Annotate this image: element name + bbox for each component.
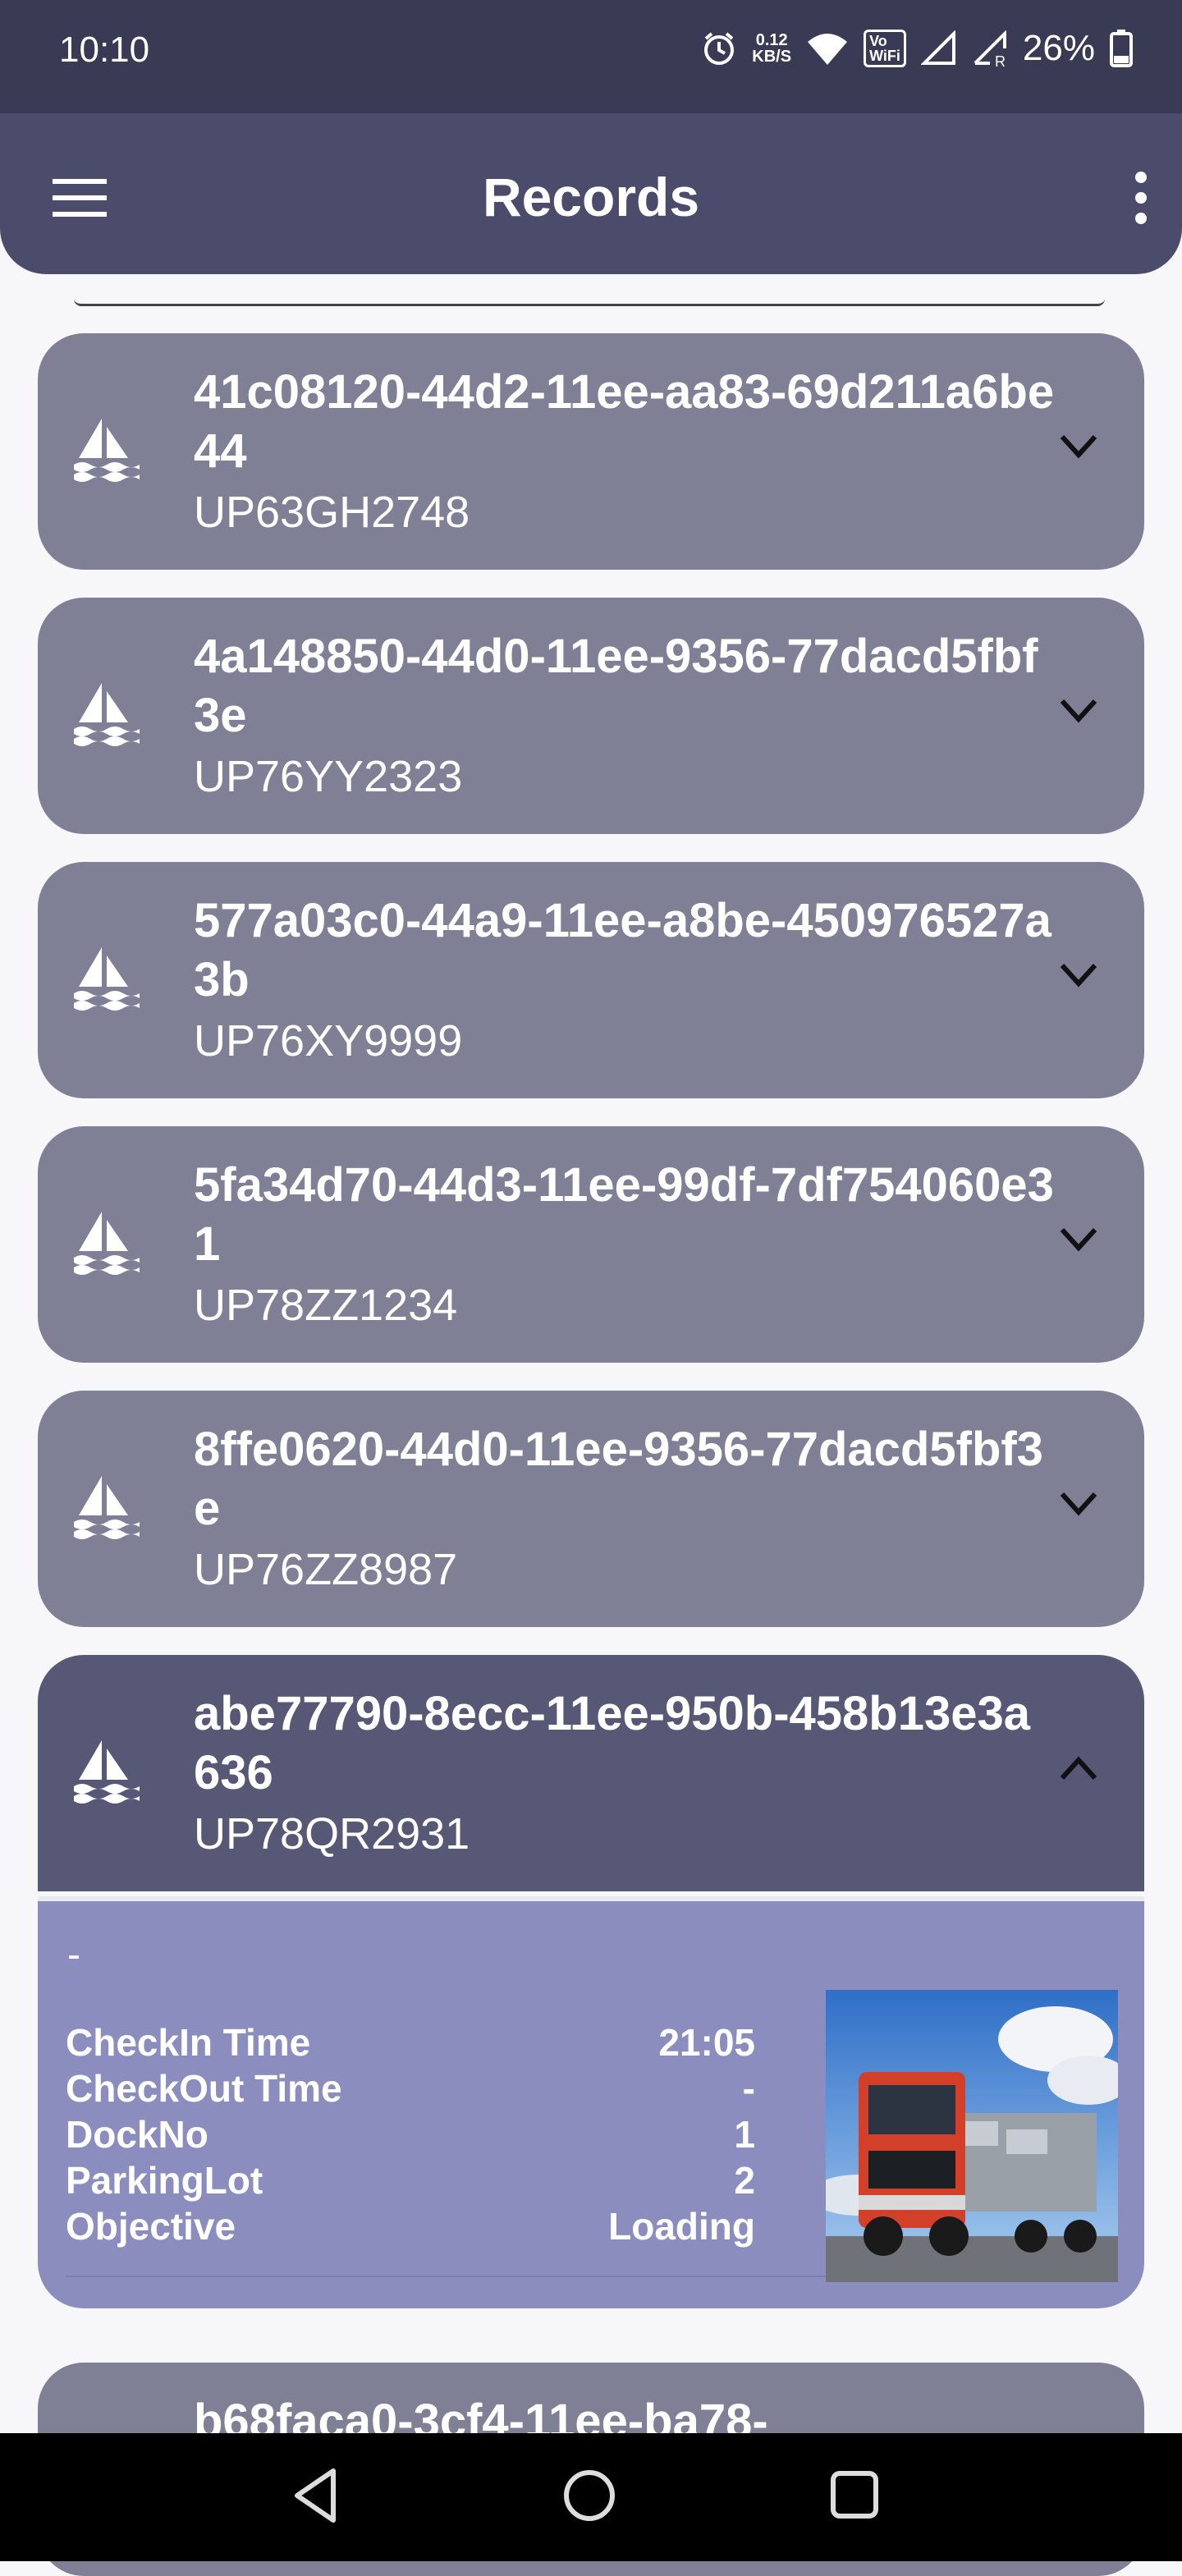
detail-label: DockNo xyxy=(66,2113,208,2156)
system-nav-bar xyxy=(0,2433,1182,2561)
detail-fields: CheckIn Time 21:05 CheckOut Time - DockN… xyxy=(66,2019,755,2249)
recent-apps-icon[interactable] xyxy=(829,2469,880,2520)
record-plate: UP78ZZ1234 xyxy=(194,1281,458,1330)
record-id: 5fa34d70-44d3-11ee-99df-7df754060e31 xyxy=(194,1158,1054,1271)
detail-label: CheckOut Time xyxy=(66,2067,342,2110)
record-card-expanded[interactable]: abe77790-8ecc-11ee-950b-458b13e3a636 UP7… xyxy=(38,1655,1144,1891)
record-card[interactable]: 41c08120-44d2-11ee-aa83-69d211a6be44 UP6… xyxy=(38,333,1144,570)
sailboat-icon xyxy=(74,947,140,1011)
sailboat-icon xyxy=(74,683,140,746)
detail-label: Objective xyxy=(66,2205,236,2248)
sailboat-icon xyxy=(74,1476,140,1539)
chevron-down-icon[interactable] xyxy=(1057,1489,1100,1519)
signal-icon xyxy=(920,30,955,65)
record-card[interactable]: 577a03c0-44a9-11ee-a8be-450976527a3b UP7… xyxy=(38,862,1144,1098)
svg-text:R: R xyxy=(995,53,1006,66)
alarm-icon xyxy=(704,32,735,65)
chevron-up-icon[interactable] xyxy=(1057,1753,1100,1783)
detail-row-checkin: CheckIn Time 21:05 xyxy=(66,2019,755,2065)
record-id: abe77790-8ecc-11ee-950b-458b13e3a636 xyxy=(194,1687,1031,1799)
record-id: 4a148850-44d0-11ee-9356-77dacd5fbf3e xyxy=(194,630,1038,742)
truck-photo xyxy=(826,1990,1118,2282)
detail-value: 1 xyxy=(734,2113,755,2156)
status-time: 10:10 xyxy=(59,30,150,70)
detail-value: - xyxy=(742,2067,755,2110)
home-icon[interactable] xyxy=(560,2466,619,2525)
record-card[interactable]: 5fa34d70-44d3-11ee-99df-7df754060e31 UP7… xyxy=(38,1126,1144,1363)
chevron-down-icon[interactable] xyxy=(1057,432,1100,461)
back-icon[interactable] xyxy=(289,2466,341,2525)
detail-row-checkout: CheckOut Time - xyxy=(66,2065,755,2111)
battery-percent: 26% xyxy=(1022,28,1095,68)
status-icons: 0.12 KB/S Vo WiFi R 26% xyxy=(701,28,1133,69)
signal-roaming-icon: R xyxy=(974,30,1006,66)
detail-value: Loading xyxy=(608,2205,755,2248)
record-card[interactable]: 8ffe0620-44d0-11ee-9356-77dacd5fbf3e UP7… xyxy=(38,1391,1144,1627)
app-bar: Records xyxy=(0,113,1182,274)
detail-row-objective: Objective Loading xyxy=(66,2203,755,2249)
chevron-down-icon[interactable] xyxy=(1057,696,1100,726)
chevron-down-icon[interactable] xyxy=(1057,1225,1100,1254)
network-speed: 0.12 KB/S xyxy=(752,32,791,65)
detail-label: ParkingLot xyxy=(66,2159,263,2202)
network-speed-unit: KB/S xyxy=(752,48,792,66)
detail-row-parkinglot: ParkingLot 2 xyxy=(66,2157,755,2203)
detail-label: CheckIn Time xyxy=(66,2021,311,2064)
detail-value: 21:05 xyxy=(658,2021,755,2064)
record-plate: UP76YY2323 xyxy=(194,752,463,801)
detail-subtitle: - xyxy=(67,1933,80,1977)
sailboat-icon xyxy=(74,1740,140,1804)
record-plate: UP76ZZ8987 xyxy=(194,1545,458,1594)
more-options-icon[interactable] xyxy=(1123,169,1159,227)
record-id: 577a03c0-44a9-11ee-a8be-450976527a3b xyxy=(194,894,1051,1006)
detail-value: 2 xyxy=(734,2159,755,2202)
vowifi-top: Vo xyxy=(869,33,887,49)
record-plate: UP78QR2931 xyxy=(194,1809,470,1859)
battery-icon xyxy=(1110,30,1133,67)
vowifi-bottom: WiFi xyxy=(869,48,900,64)
record-plate: UP63GH2748 xyxy=(194,488,470,537)
detail-row-dockno: DockNo 1 xyxy=(66,2111,755,2157)
vowifi-icon: Vo WiFi xyxy=(864,30,906,67)
record-card[interactable]: 4a148850-44d0-11ee-9356-77dacd5fbf3e UP7… xyxy=(38,598,1144,834)
status-bar: 10:10 0.12 KB/S Vo WiFi R 26% xyxy=(0,0,1182,115)
record-plate: UP76XY9999 xyxy=(194,1016,463,1066)
sailboat-icon xyxy=(74,419,140,482)
record-id: 41c08120-44d2-11ee-aa83-69d211a6be44 xyxy=(194,365,1055,478)
record-detail-panel: - CheckIn Time 21:05 CheckOut Time - Doc… xyxy=(38,1896,1144,2308)
sailboat-icon xyxy=(74,1212,140,1275)
network-speed-value: 0.12 xyxy=(755,31,788,49)
record-id: 8ffe0620-44d0-11ee-9356-77dacd5fbf3e xyxy=(194,1423,1043,1535)
page-title: Records xyxy=(482,167,700,227)
wifi-icon xyxy=(808,34,848,65)
chevron-down-icon[interactable] xyxy=(1057,960,1100,990)
previous-card-edge xyxy=(74,299,1105,306)
